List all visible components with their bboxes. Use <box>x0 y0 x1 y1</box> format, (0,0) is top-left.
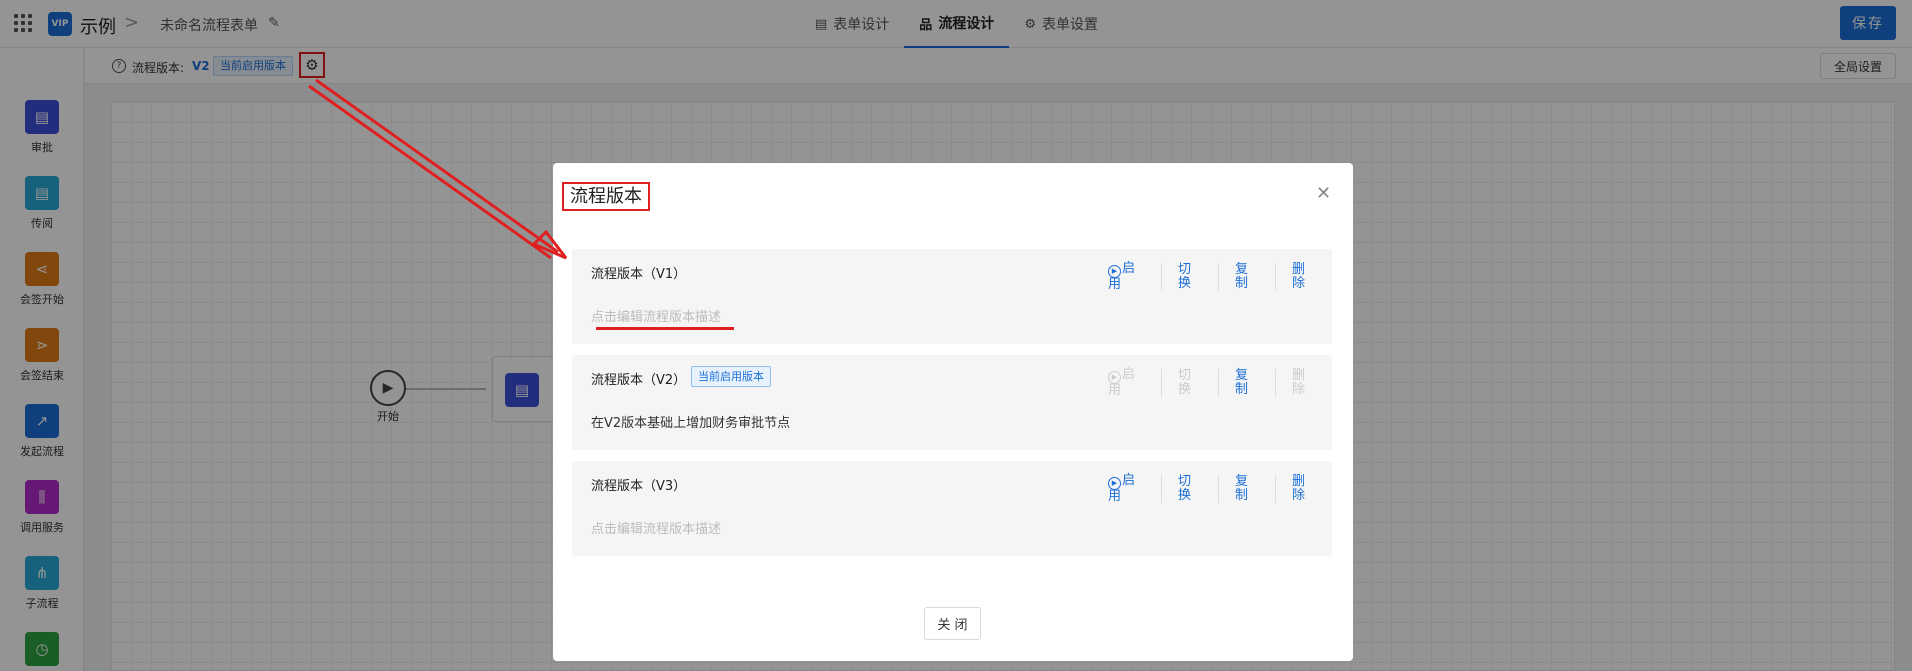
switch-button: 切换 <box>1160 369 1218 397</box>
enable-button[interactable]: ▶ 启用 <box>1092 262 1161 292</box>
copy-button[interactable]: 复制 <box>1217 263 1275 291</box>
version-dialog: 流程版本 ✕ 流程版本（V1） ▶ 启用 切换 复制 删除 点击编辑流程版本描述 … <box>553 163 1353 661</box>
version-actions: ▶ 启用 切换 复制 删除 <box>1092 368 1332 398</box>
switch-button[interactable]: 切换 <box>1160 263 1218 291</box>
close-button[interactable]: 关 闭 <box>924 607 981 640</box>
copy-button[interactable]: 复制 <box>1217 475 1275 503</box>
version-description[interactable]: 在V2版本基础上增加财务审批节点 <box>591 412 790 431</box>
active-version-badge: 当前启用版本 <box>691 366 771 387</box>
version-name: 流程版本（V2） <box>591 373 687 388</box>
annotation-underline <box>596 327 734 330</box>
version-name: 流程版本（V3） <box>591 479 687 494</box>
version-actions: ▶ 启用 切换 复制 删除 <box>1092 474 1332 504</box>
delete-button[interactable]: 删除 <box>1274 475 1332 503</box>
version-actions: ▶ 启用 切换 复制 删除 <box>1092 262 1332 292</box>
delete-button: 删除 <box>1274 369 1332 397</box>
close-icon[interactable]: ✕ <box>1316 183 1331 204</box>
dialog-title: 流程版本 <box>562 182 650 211</box>
copy-button[interactable]: 复制 <box>1217 369 1275 397</box>
version-name: 流程版本（V1） <box>591 267 687 282</box>
enable-button: ▶ 启用 <box>1092 368 1161 398</box>
enable-button[interactable]: ▶ 启用 <box>1092 474 1161 504</box>
delete-button[interactable]: 删除 <box>1274 263 1332 291</box>
version-description[interactable]: 点击编辑流程版本描述 <box>591 306 721 325</box>
version-card: 流程版本（V2） 当前启用版本 ▶ 启用 切换 复制 删除 在V2版本基础上增加财… <box>572 355 1332 450</box>
version-description[interactable]: 点击编辑流程版本描述 <box>591 518 721 537</box>
version-card: 流程版本（V3） ▶ 启用 切换 复制 删除 点击编辑流程版本描述 <box>572 461 1332 556</box>
switch-button[interactable]: 切换 <box>1160 475 1218 503</box>
version-card: 流程版本（V1） ▶ 启用 切换 复制 删除 点击编辑流程版本描述 <box>572 249 1332 344</box>
